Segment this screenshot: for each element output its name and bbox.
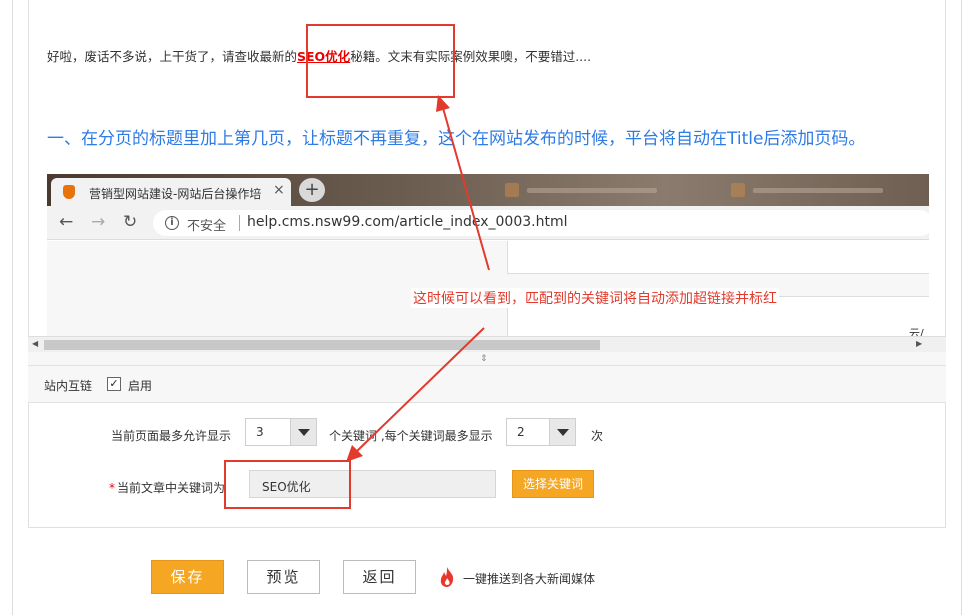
max-keywords-label: 当前页面最多允许显示 (111, 429, 232, 443)
current-keywords-field[interactable]: SEO优化 (249, 470, 496, 498)
blurred-tab (505, 182, 685, 198)
horizontal-scrollbar[interactable]: ◀ ▶ (28, 336, 946, 352)
times-label: 次 (591, 429, 604, 443)
insecure-label: 不安全 (187, 219, 227, 234)
per-keyword-select[interactable]: 2 (506, 418, 576, 446)
back-arrow-icon: ← (59, 212, 74, 232)
tab-close-icon: × (273, 182, 285, 198)
per-keyword-label: 个关键词 ,每个关键词最多显示 (329, 429, 493, 443)
save-button[interactable]: 保存 (151, 560, 224, 594)
fire-icon[interactable] (438, 566, 456, 588)
chevron-down-icon[interactable] (549, 419, 575, 445)
current-keywords-label: * 当前文章中关键词为 (109, 479, 225, 496)
preview-button[interactable]: 预览 (247, 560, 320, 594)
embedded-browser-screenshot: 营销型网站建设-网站后台操作培 × + ← → ↻ i 不安全 help.cms… (47, 174, 929, 336)
browser-address-bar: ← → ↻ i 不安全 help.cms.nsw99.com/article_i… (47, 206, 929, 240)
info-icon: i (165, 216, 179, 230)
scrollbar-thumb[interactable] (44, 340, 600, 350)
internal-link-label: 站内互链 (44, 379, 93, 393)
current-keywords-text: 当前文章中关键词为 (117, 481, 226, 495)
section-heading: 一、在分页的标题里加上第几页，让标题不再重复，这个在网站发布的时候，平台将自动在… (47, 129, 866, 149)
keyword-settings-panel: 当前页面最多允许显示 3 个关键词 ,每个关键词最多显示 2 次 * 当前文章中关… (28, 403, 946, 528)
browser-tab-bar: 营销型网站建设-网站后台操作培 × + (47, 174, 929, 206)
chevron-down-icon[interactable] (290, 419, 316, 445)
intro-paragraph: 好啦，废话不多说，上干货了，请查收最新的SEO优化秘籍。文末有实际案例效果噢，不… (47, 46, 591, 65)
scroll-right-icon[interactable]: ▶ (916, 339, 922, 348)
browser-tab: 营销型网站建设-网站后台操作培 × (51, 178, 291, 206)
intro-text-after: 秘籍。文末有实际案例效果噢，不要错过.... (350, 49, 592, 64)
site-favicon-icon (63, 185, 75, 199)
per-keyword-value: 2 (517, 425, 525, 439)
back-button[interactable]: 返回 (343, 560, 416, 594)
push-to-media-link[interactable]: 一键推送到各大新闻媒体 (463, 570, 595, 587)
current-keywords-value: SEO优化 (262, 480, 311, 494)
url-field: i 不安全 help.cms.nsw99.com/article_index_0… (153, 210, 929, 236)
reload-icon: ↻ (123, 212, 138, 232)
enable-checkbox[interactable]: ✓ (107, 377, 121, 391)
content-box (507, 241, 929, 274)
action-bar: 保存 预览 返回 一键推送到各大新闻媒体 (0, 528, 968, 615)
url-text: help.cms.nsw99.com/article_index_0003.ht… (247, 214, 568, 230)
new-tab-icon: + (299, 178, 325, 202)
max-keywords-select[interactable]: 3 (245, 418, 317, 446)
annotation-callout: 这时候可以看到，匹配到的关键词将自动添加超链接并标红 (411, 288, 779, 308)
forward-arrow-icon: → (91, 212, 106, 232)
choose-keywords-button[interactable]: 选择关键词 (512, 470, 594, 498)
blurred-tab (731, 182, 911, 198)
editor-resize-handle[interactable]: ⇕ (28, 352, 946, 366)
content-snippet: 云/ (909, 327, 924, 336)
max-keywords-value: 3 (256, 425, 264, 439)
enable-label[interactable]: 启用 (128, 377, 152, 394)
required-mark: * (109, 481, 115, 495)
resize-grip-icon[interactable]: ⇕ (480, 354, 488, 364)
scroll-left-icon[interactable]: ◀ (32, 339, 38, 348)
keyword-link[interactable]: SEO优化 (297, 49, 350, 64)
divider (239, 215, 240, 231)
intro-text-before: 好啦，废话不多说，上干货了，请查收最新的 (47, 49, 298, 64)
page: 好啦，废话不多说，上干货了，请查收最新的SEO优化秘籍。文末有实际案例效果噢，不… (0, 0, 968, 615)
browser-tab-title: 营销型网站建设-网站后台操作培 (89, 187, 262, 201)
internal-link-row: 站内互链 ✓ 启用 (28, 366, 946, 403)
